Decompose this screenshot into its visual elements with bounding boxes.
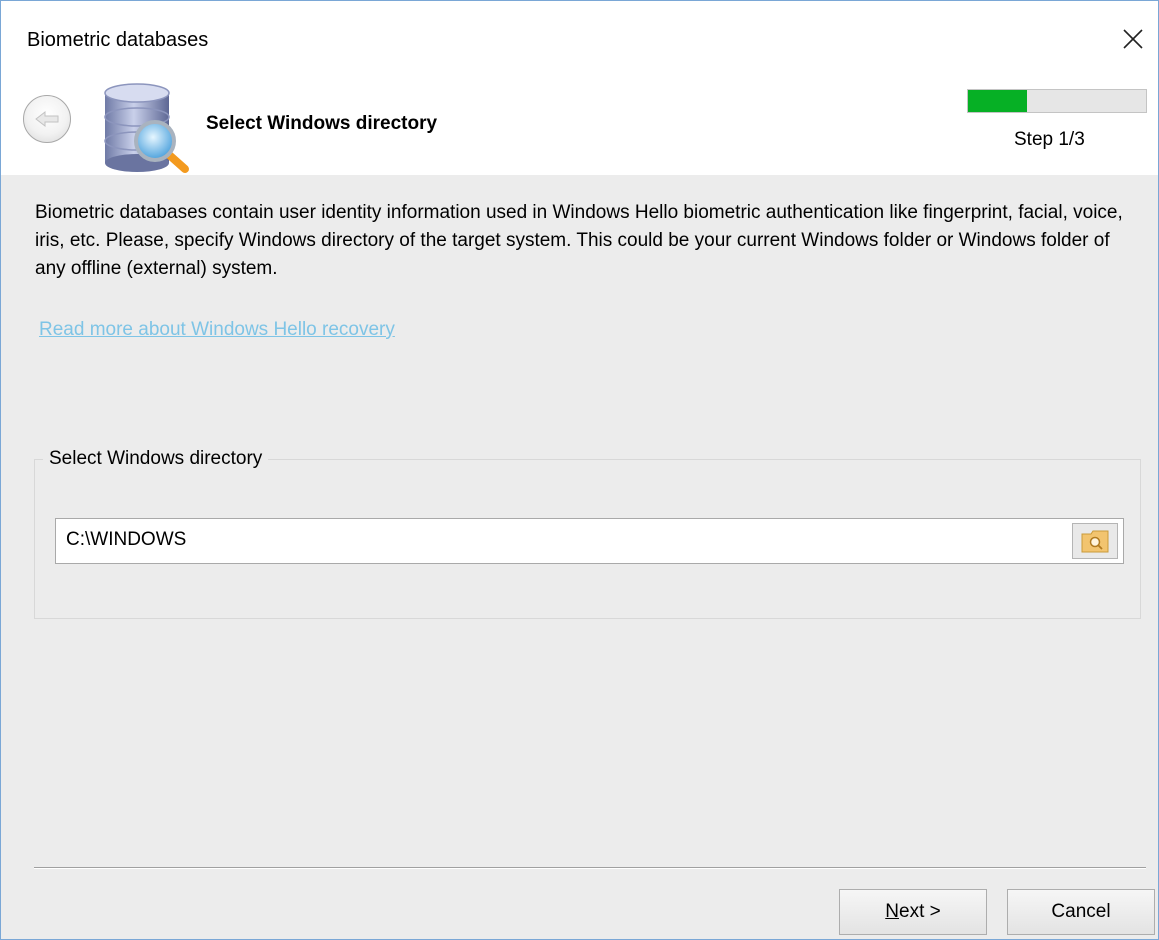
progress-bar <box>967 89 1147 113</box>
dialog-window: Biometric databases Select Windows direc… <box>0 0 1159 940</box>
step-indicator: Step 1/3 <box>1014 129 1085 150</box>
directory-input[interactable]: C:\WINDOWS <box>55 518 1124 564</box>
wizard-header: Select Windows directory Step 1/3 <box>1 77 1158 175</box>
title-bar: Biometric databases <box>1 1 1158 77</box>
groupbox-label: Select Windows directory <box>43 448 269 470</box>
back-button[interactable] <box>23 95 71 143</box>
step-title: Select Windows directory <box>206 113 438 134</box>
close-icon <box>1123 29 1143 49</box>
next-button[interactable]: Next > <box>839 889 987 935</box>
directory-value: C:\WINDOWS <box>66 529 187 550</box>
cancel-button[interactable]: Cancel <box>1007 889 1155 935</box>
footer-separator <box>34 867 1146 869</box>
close-button[interactable] <box>1111 17 1155 61</box>
folder-search-icon <box>1081 530 1109 553</box>
progress-fill <box>968 90 1027 112</box>
browse-button[interactable] <box>1072 523 1118 559</box>
next-label: ext > <box>899 901 941 922</box>
database-search-icon <box>104 83 189 173</box>
back-arrow-icon <box>35 110 59 128</box>
window-title: Biometric databases <box>27 29 209 51</box>
description-text: Biometric databases contain user identit… <box>35 202 1123 279</box>
directory-groupbox: Select Windows directory C:\WINDOWS <box>34 448 1141 619</box>
next-mnemonic: N <box>885 901 899 922</box>
read-more-link[interactable]: Read more about Windows Hello recovery <box>39 319 395 341</box>
